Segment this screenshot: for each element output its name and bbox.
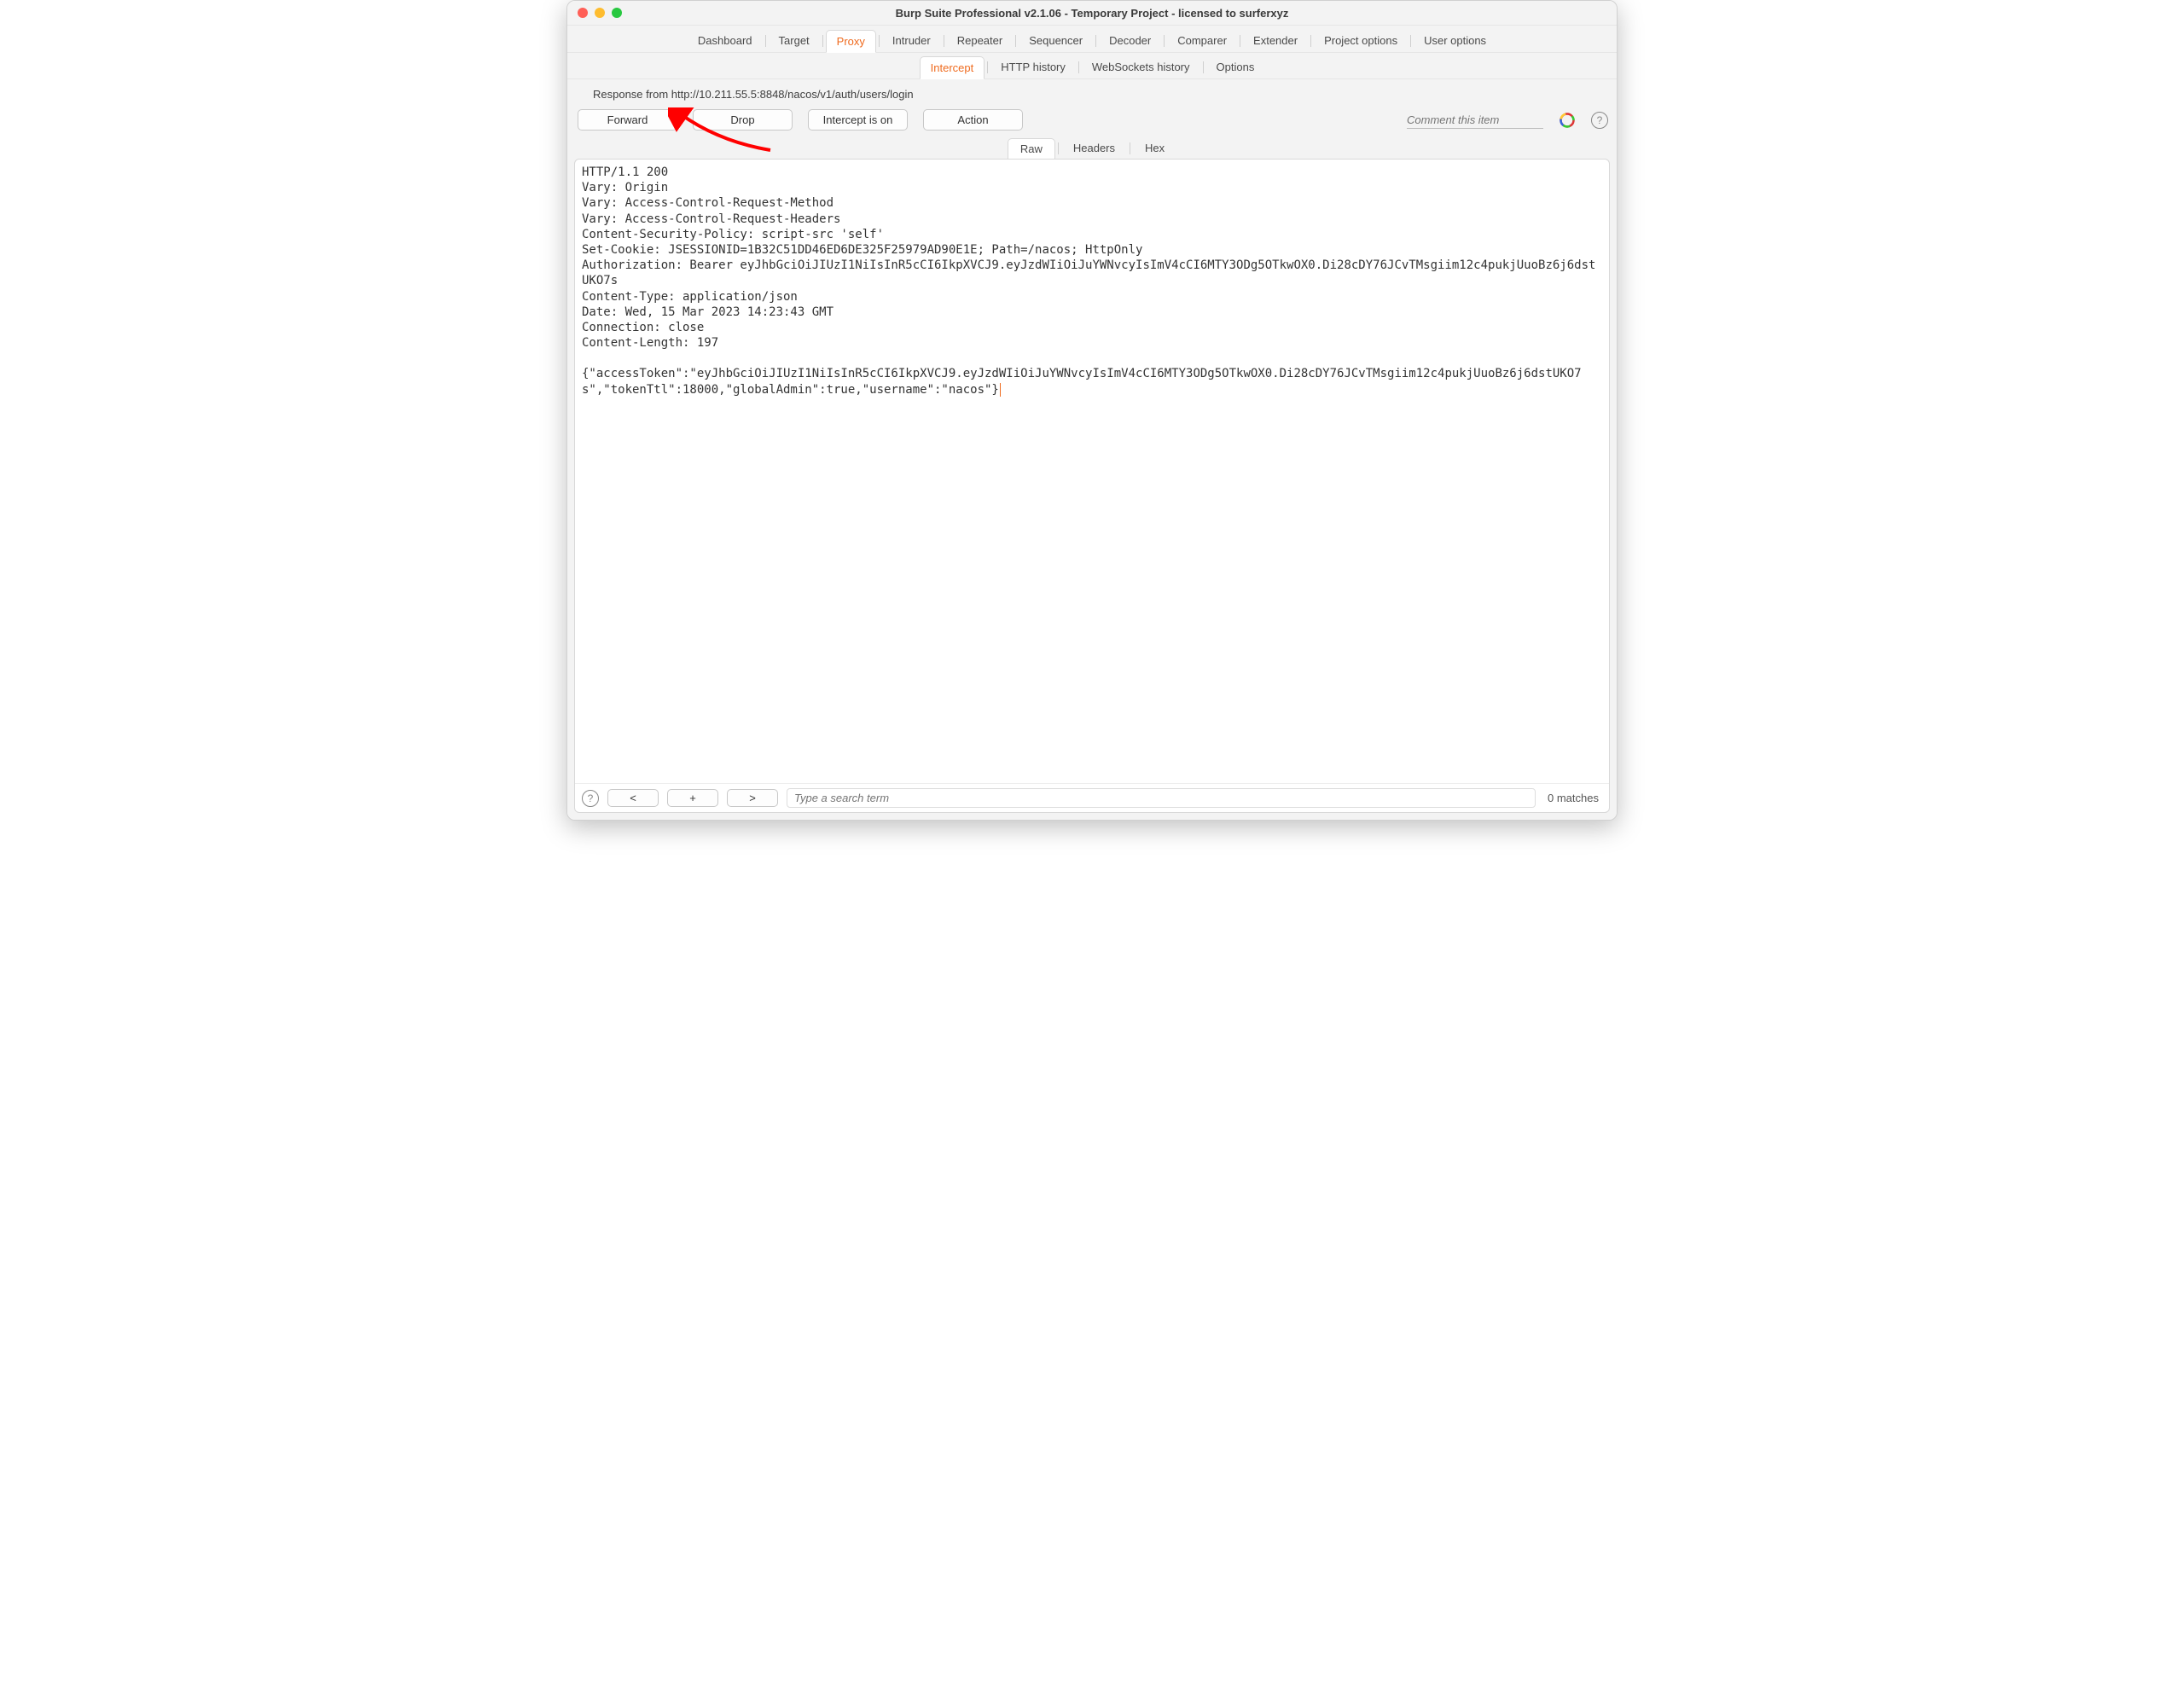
editor-footer: ? < + > 0 matches [575, 783, 1609, 812]
sub-tab-http-history[interactable]: HTTP history [990, 56, 1076, 78]
main-tabs: Dashboard Target Proxy Intruder Repeater Sequ… [567, 26, 1617, 53]
tab-separator [1310, 35, 1311, 47]
editor-help-icon[interactable]: ? [582, 790, 599, 807]
sub-tab-websockets-history[interactable]: WebSockets history [1082, 56, 1200, 78]
search-add-button[interactable]: + [667, 789, 718, 807]
main-tab-user-options[interactable]: User options [1414, 30, 1496, 51]
main-tab-intruder[interactable]: Intruder [882, 30, 941, 51]
search-prev-button[interactable]: < [607, 789, 659, 807]
tab-separator [1058, 142, 1059, 154]
message-editor: HTTP/1.1 200 Vary: Origin Vary: Access-C… [574, 159, 1610, 813]
search-input[interactable] [787, 788, 1536, 808]
tab-separator [822, 35, 823, 47]
titlebar: Burp Suite Professional v2.1.06 - Tempor… [567, 1, 1617, 26]
view-tab-raw[interactable]: Raw [1008, 138, 1055, 160]
main-tab-repeater[interactable]: Repeater [947, 30, 1013, 51]
sub-tab-intercept[interactable]: Intercept [920, 56, 985, 79]
tab-separator [1203, 61, 1204, 73]
tab-separator [765, 35, 766, 47]
action-row: Forward Drop Intercept is on Action ? [574, 106, 1610, 131]
raw-response-body[interactable]: HTTP/1.1 200 Vary: Origin Vary: Access-C… [575, 160, 1609, 783]
tab-separator [987, 61, 988, 73]
main-tab-project-options[interactable]: Project options [1314, 30, 1408, 51]
sub-tab-options[interactable]: Options [1206, 56, 1265, 78]
forward-button[interactable]: Forward [578, 109, 677, 131]
main-tab-proxy[interactable]: Proxy [826, 30, 876, 53]
view-tab-hex[interactable]: Hex [1133, 138, 1176, 158]
view-tab-headers[interactable]: Headers [1061, 138, 1127, 158]
match-count: 0 matches [1544, 792, 1602, 804]
search-next-button[interactable]: > [727, 789, 778, 807]
request-info-line: Response from http://10.211.55.5:8848/na… [574, 79, 1610, 106]
view-tabs: Raw Headers Hex [574, 137, 1610, 159]
main-tab-dashboard[interactable]: Dashboard [688, 30, 763, 51]
tab-separator [879, 35, 880, 47]
tab-separator [1095, 35, 1096, 47]
main-tab-target[interactable]: Target [769, 30, 820, 51]
tab-separator [1164, 35, 1165, 47]
app-window: Burp Suite Professional v2.1.06 - Tempor… [566, 0, 1618, 821]
window-title: Burp Suite Professional v2.1.06 - Tempor… [567, 7, 1617, 20]
help-icon[interactable]: ? [1591, 112, 1608, 129]
comment-input[interactable] [1407, 112, 1543, 129]
sub-tabs: InterceptHTTP history WebSockets history O… [567, 53, 1617, 79]
tab-separator [1015, 35, 1016, 47]
main-tab-sequencer[interactable]: Sequencer [1019, 30, 1093, 51]
action-button[interactable]: Action [923, 109, 1023, 131]
caret [1000, 383, 1001, 397]
intercept-toggle-button[interactable]: Intercept is on [808, 109, 908, 131]
highlight-icon[interactable] [1559, 112, 1576, 129]
main-tab-decoder[interactable]: Decoder [1099, 30, 1161, 51]
main-tab-comparer[interactable]: Comparer [1167, 30, 1237, 51]
intercept-panel: Response from http://10.211.55.5:8848/na… [567, 79, 1617, 820]
tab-separator [1410, 35, 1411, 47]
main-tab-extender[interactable]: Extender [1243, 30, 1308, 51]
drop-button[interactable]: Drop [693, 109, 793, 131]
tab-separator [1078, 61, 1079, 73]
